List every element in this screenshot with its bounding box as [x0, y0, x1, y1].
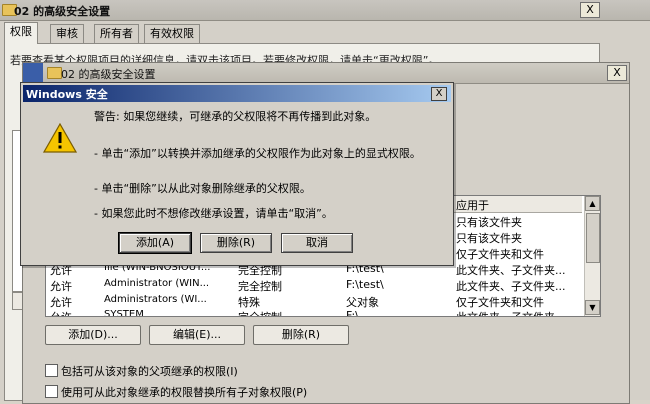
- cell-applies-to: 此文件夹、子文件夹...: [456, 264, 566, 277]
- cell-applies-to: 只有该文件夹: [456, 216, 522, 229]
- cell-applies-to: 此文件夹、子文件夹...: [456, 309, 580, 316]
- warning-icon: [43, 123, 77, 153]
- list-row[interactable]: 允许 Administrator (WIN... 完全控制 F:\test\ 此…: [46, 277, 582, 293]
- list-row[interactable]: 允许 SYSTEM 完全控制 F:\ 此文件夹、子文件夹...: [46, 308, 582, 317]
- close-button[interactable]: X: [607, 65, 627, 81]
- tab-owner[interactable]: 所有者: [94, 24, 139, 43]
- dialog-add-button[interactable]: 添加(A): [118, 232, 192, 254]
- add-button[interactable]: 添加(D)...: [45, 325, 141, 345]
- dialog-title-bar[interactable]: Windows 安全 X: [23, 85, 451, 102]
- cell-name: Administrators (WI...: [104, 294, 207, 305]
- vertical-scrollbar[interactable]: ▲ ▼: [584, 196, 600, 316]
- scroll-thumb[interactable]: [586, 213, 600, 263]
- cell-permission: 完全控制: [238, 309, 342, 316]
- scroll-down-icon[interactable]: ▼: [585, 300, 600, 315]
- back-window-title-bar[interactable]: 02 的高级安全设置 X: [0, 0, 650, 21]
- window-title: 02 的高级安全设置: [61, 68, 156, 81]
- cell-applies-to: 此文件夹、子文件夹...: [456, 280, 566, 293]
- cell-type: 允许: [50, 280, 72, 293]
- replace-checkbox-label: 使用可从此对象继承的权限替换所有子对象权限(P): [61, 386, 308, 399]
- dialog-title: Windows 安全: [26, 88, 108, 101]
- inherit-checkbox[interactable]: [45, 364, 58, 377]
- cell-type: 允许: [50, 309, 100, 316]
- dialog-close-button[interactable]: X: [431, 87, 447, 101]
- scroll-up-icon[interactable]: ▲: [585, 196, 600, 211]
- cell-inherited-from: F:\: [346, 309, 359, 317]
- instruction-add: - 单击“添加”以转换并添加继承的父权限作为此对象上的显式权限。: [94, 147, 421, 160]
- column-applies-to[interactable]: 应用于: [456, 197, 489, 213]
- tab-effective-permissions[interactable]: 有效权限: [144, 24, 200, 43]
- close-button[interactable]: X: [580, 2, 600, 18]
- cell-name: Administrator (WIN...: [104, 278, 210, 289]
- dialog-remove-button[interactable]: 删除(R): [200, 233, 272, 253]
- edit-button[interactable]: 编辑(E)...: [149, 325, 245, 345]
- cell-permission: 完全控制: [238, 280, 282, 293]
- inherit-checkbox-label: 包括可从该对象的父项继承的权限(I): [61, 365, 238, 378]
- tab-auditing[interactable]: 审核: [50, 24, 84, 43]
- cell-name: SYSTEM: [104, 309, 144, 317]
- remove-button[interactable]: 删除(R): [253, 325, 349, 345]
- cell-inherited-from: F:\test\: [346, 278, 384, 291]
- title-bar-accent: [23, 63, 43, 83]
- tab-permissions[interactable]: 权限: [4, 22, 38, 44]
- cell-applies-to: 只有该文件夹: [456, 232, 522, 245]
- warning-message: 警告: 如果您继续，可继承的父权限将不再传播到此对象。: [94, 110, 377, 123]
- window-title-bar[interactable]: 02 的高级安全设置 X: [23, 63, 629, 84]
- instruction-remove: - 单击“删除”以从此对象删除继承的父权限。: [94, 182, 311, 195]
- instruction-cancel: - 如果您此时不想修改继承设置，请单击“取消”。: [94, 207, 333, 220]
- back-window-title: 02 的高级安全设置: [14, 5, 111, 18]
- list-row[interactable]: 允许 Administrators (WI... 特殊 父对象 仅子文件夹和文件: [46, 293, 582, 309]
- windows-security-dialog: Windows 安全 X 警告: 如果您继续，可继承的父权限将不再传播到此对象。…: [20, 82, 454, 266]
- cell-applies-to: 仅子文件夹和文件: [456, 248, 544, 261]
- folder-icon: [47, 67, 62, 79]
- dialog-cancel-button[interactable]: 取消: [281, 233, 353, 253]
- replace-checkbox[interactable]: [45, 385, 58, 398]
